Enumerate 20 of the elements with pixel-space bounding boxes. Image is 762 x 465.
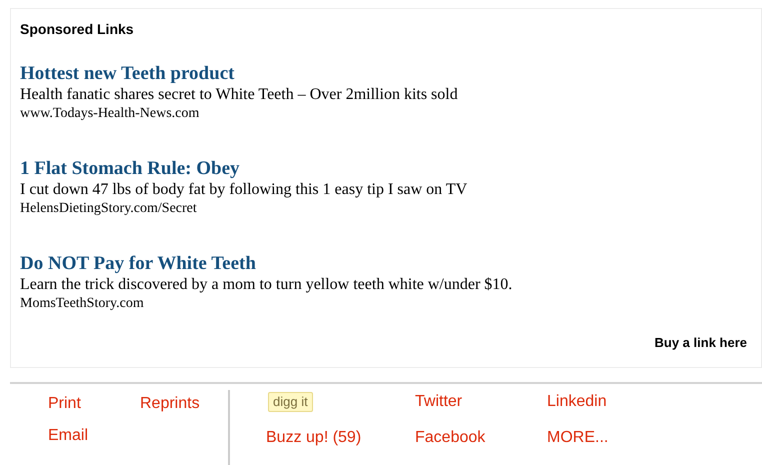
section-heading: Sponsored Links	[20, 20, 134, 39]
ad-description: Learn the trick discovered by a mom to turn yellow teeth white w/under $10.	[20, 275, 512, 295]
buy-link[interactable]: Buy a link here	[654, 333, 747, 352]
ad-title-link[interactable]: Do NOT Pay for White Teeth	[20, 252, 256, 275]
ad-title-link[interactable]: Hottest new Teeth product	[20, 62, 234, 85]
share-link[interactable]: Twitter	[415, 392, 462, 414]
share-link[interactable]: Buzz up! (59)	[266, 428, 362, 448]
ad-url: HelensDietingStory.com/Secret	[20, 200, 197, 218]
tool-link[interactable]: Print	[48, 394, 81, 414]
ad-description: I cut down 47 lbs of body fat by following this 1 easy tip I saw on TV	[20, 180, 468, 200]
ad-description: Health fanatic shares secret to White Teeth – Over 2million kits sold	[20, 85, 458, 105]
share-link[interactable]: Facebook	[415, 428, 486, 448]
tool-link[interactable]: Email	[48, 426, 88, 446]
ad-url: www.Todays-Health-News.com	[20, 105, 200, 123]
ad-title-link[interactable]: 1 Flat Stomach Rule: Obey	[20, 157, 240, 180]
digg-badge[interactable]: digg it	[268, 392, 313, 412]
share-link[interactable]: MORE...	[547, 428, 608, 448]
tool-link[interactable]: Reprints	[140, 394, 200, 414]
ad-url: MomsTeethStory.com	[20, 295, 144, 313]
share-link[interactable]: Linkedin	[547, 392, 607, 414]
